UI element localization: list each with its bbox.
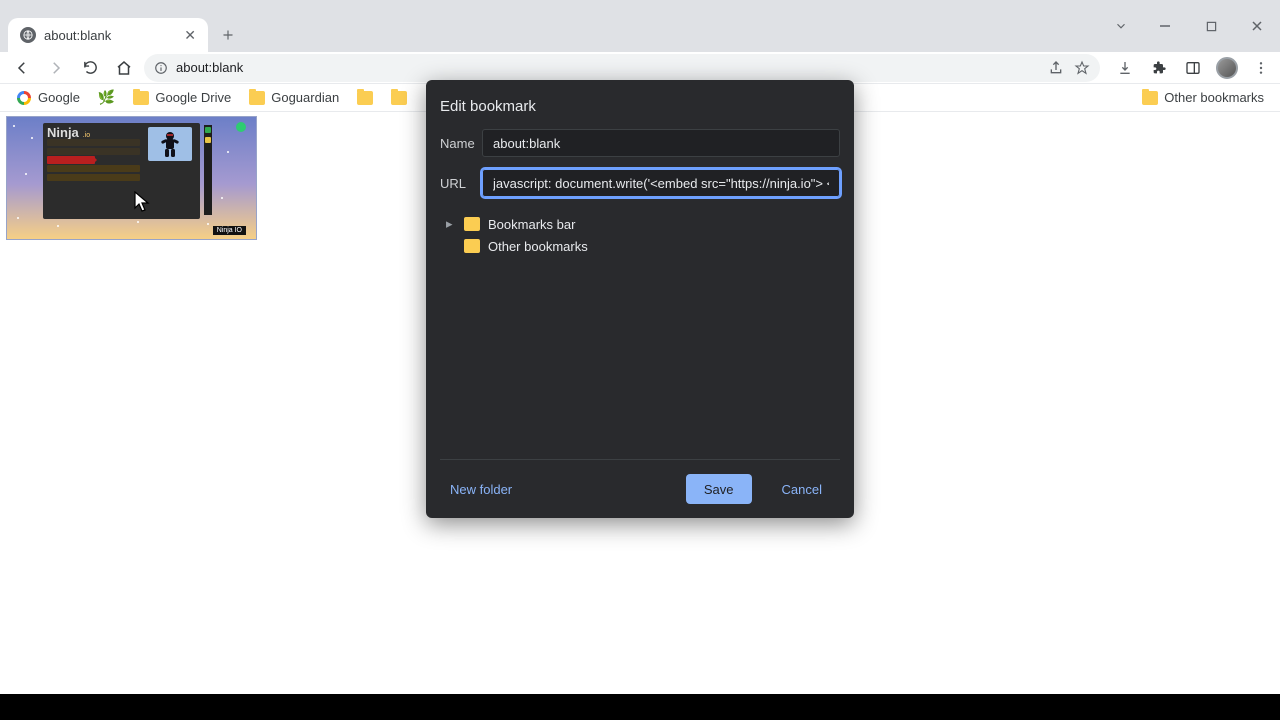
home-button[interactable] (110, 54, 138, 82)
folder-icon (357, 91, 373, 105)
chevron-down-icon[interactable] (1100, 11, 1142, 41)
share-icon[interactable] (1048, 60, 1064, 76)
forward-button[interactable] (42, 54, 70, 82)
back-button[interactable] (8, 54, 36, 82)
bookmark-other[interactable]: Other bookmarks (1136, 88, 1270, 107)
avatar[interactable] (1216, 57, 1238, 79)
close-tab-icon[interactable]: ✕ (184, 27, 196, 44)
chevron-right-icon[interactable]: ▸ (446, 216, 456, 232)
bookmark-goguardian[interactable]: Goguardian (243, 88, 345, 107)
toolbar-right (1114, 57, 1272, 79)
tree-icon: 🌿 (98, 89, 115, 106)
cancel-button[interactable]: Cancel (764, 474, 840, 504)
bookmark-folder[interactable] (385, 89, 413, 107)
new-folder-button[interactable]: New folder (440, 476, 522, 503)
minimize-button[interactable] (1142, 11, 1188, 41)
maximize-button[interactable] (1188, 11, 1234, 41)
bookmark-google-drive[interactable]: Google Drive (127, 88, 237, 107)
folder-bookmarks-bar[interactable]: ▸ Bookmarks bar (440, 213, 840, 235)
url-label: URL (440, 176, 482, 191)
download-icon[interactable] (1114, 57, 1136, 79)
thumb-badge: Ninja IO (213, 226, 246, 235)
cursor-icon (133, 191, 151, 213)
folder-tree: ▸ Bookmarks bar Other bookmarks (440, 213, 840, 449)
bookmark-google[interactable]: Google (10, 88, 86, 108)
close-window-button[interactable] (1234, 11, 1280, 41)
url-input[interactable] (482, 169, 840, 197)
folder-icon (464, 217, 480, 231)
thumb-title: Ninja (47, 125, 79, 140)
new-tab-button[interactable] (214, 21, 242, 49)
tab-strip: about:blank ✕ (0, 0, 1280, 52)
folder-icon (1142, 91, 1158, 105)
folder-icon (249, 91, 265, 105)
google-icon (17, 91, 31, 105)
ninja-icon (148, 127, 192, 161)
tab-title: about:blank (44, 28, 176, 43)
save-button[interactable]: Save (686, 474, 752, 504)
window-controls (1100, 0, 1280, 52)
folder-other-bookmarks[interactable]: Other bookmarks (440, 235, 840, 257)
dialog-title: Edit bookmark (440, 98, 840, 115)
globe-icon (20, 27, 36, 43)
bookmark-tree[interactable]: 🌿 (92, 87, 121, 108)
play-button-thumb (47, 156, 95, 164)
name-label: Name (440, 136, 482, 151)
reload-button[interactable] (76, 54, 104, 82)
folder-icon (133, 91, 149, 105)
bottom-bar (0, 694, 1280, 720)
side-panel-icon[interactable] (1182, 57, 1204, 79)
folder-icon (464, 239, 480, 253)
thumb-subtitle: .io (79, 132, 90, 139)
browser-tab[interactable]: about:blank ✕ (8, 18, 208, 52)
menu-icon[interactable] (1250, 57, 1272, 79)
address-text: about:blank (176, 60, 243, 75)
image-thumbnail[interactable]: Ninja.io Ninja IO (6, 116, 257, 240)
folder-icon (391, 91, 407, 105)
name-input[interactable] (482, 129, 840, 157)
star-icon[interactable] (1074, 60, 1090, 76)
info-icon (154, 61, 168, 75)
edit-bookmark-dialog: Edit bookmark Name URL ▸ Bookmarks bar O… (426, 80, 854, 518)
address-bar[interactable]: about:blank (144, 54, 1100, 82)
bookmark-folder[interactable] (351, 89, 379, 107)
extensions-icon[interactable] (1148, 57, 1170, 79)
